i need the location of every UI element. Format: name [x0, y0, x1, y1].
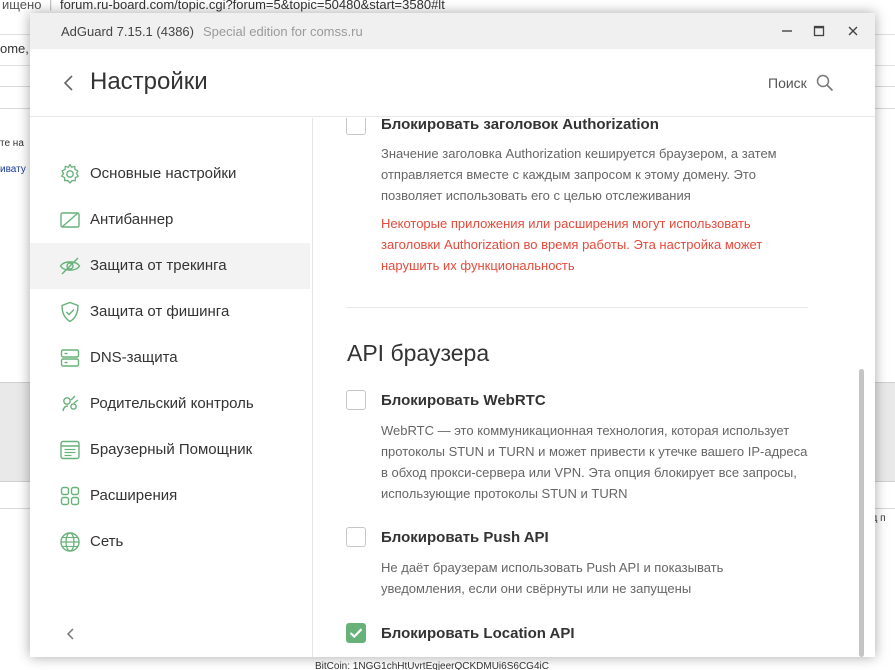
app-edition: Special edition for comss.ru — [203, 24, 363, 39]
search-label: Поиск — [768, 75, 807, 91]
chevron-left-icon — [63, 75, 73, 91]
sidebar-item-label: Браузерный Помощник — [90, 441, 253, 458]
sidebar-item-label: Антибаннер — [90, 211, 174, 228]
location-api-checkbox[interactable] — [346, 623, 366, 643]
chevron-left-icon — [66, 628, 74, 640]
sidebar-item-label: Расширения — [90, 487, 178, 504]
browser-icon — [60, 440, 80, 460]
authorization-title: Блокировать заголовок Authorization — [381, 118, 659, 133]
shield-icon — [61, 301, 79, 323]
antibanner-icon — [60, 212, 80, 228]
background-row-fragment: ome, — [0, 41, 29, 56]
sidebar-item-antibanner[interactable]: Антибаннер — [30, 197, 310, 243]
settings-content: Блокировать заголовок Authorization Знач… — [314, 118, 875, 657]
sidebar: Основные настройки Антибаннер Защита от … — [30, 118, 313, 657]
page-title: Настройки — [90, 68, 208, 95]
search-button[interactable]: Поиск — [768, 71, 834, 95]
background-address-fragment: ищено — [2, 0, 42, 12]
settings-header: Настройки Поиск — [30, 49, 875, 117]
minimize-icon — [782, 30, 792, 32]
push-api-checkbox[interactable] — [346, 527, 366, 547]
checkmark-icon — [349, 628, 363, 639]
close-icon — [848, 26, 858, 36]
sidebar-item-parental[interactable]: Родительский контроль — [30, 381, 310, 427]
sidebar-item-phishing[interactable]: Защита от фишинга — [30, 289, 310, 335]
sidebar-item-dns[interactable]: DNS-защита — [30, 335, 310, 381]
sidebar-item-browser-assistant[interactable]: Браузерный Помощник — [30, 427, 310, 473]
dns-icon — [60, 349, 80, 367]
minimize-button[interactable] — [777, 21, 797, 41]
close-button[interactable] — [843, 21, 863, 41]
app-name: AdGuard 7.15.1 (4386) — [61, 24, 194, 39]
section-divider — [346, 307, 808, 308]
location-api-title: Блокировать Location API — [381, 625, 575, 642]
webrtc-title: Блокировать WebRTC — [381, 392, 546, 409]
background-bitcoin-address: BitCoin: 1NGG1chHtUvrtEqjeerQCKDMUi6S6CG… — [315, 661, 549, 670]
background-link-fragment[interactable]: ивату — [0, 164, 26, 175]
background-address-bar: ищено | forum.ru-board.com/topic.cgi?for… — [0, 0, 895, 14]
sidebar-item-tracking[interactable]: Защита от трекинга — [30, 243, 310, 289]
sidebar-item-extensions[interactable]: Расширения — [30, 473, 310, 519]
maximize-icon — [813, 25, 825, 37]
globe-icon — [60, 532, 80, 552]
sidebar-item-label: DNS-защита — [90, 349, 178, 366]
maximize-button[interactable] — [809, 21, 829, 41]
adguard-window: AdGuard 7.15.1 (4386) Special edition fo… — [30, 13, 875, 657]
sidebar-item-label: Сеть — [90, 533, 124, 550]
sidebar-item-network[interactable]: Сеть — [30, 519, 310, 565]
sidebar-item-label: Основные настройки — [90, 165, 237, 182]
back-button[interactable] — [60, 71, 78, 95]
background-url[interactable]: forum.ru-board.com/topic.cgi?forum=5&top… — [60, 0, 445, 12]
authorization-description: Значение заголовка Authorization кешируе… — [381, 146, 777, 203]
background-text-fragment: те на — [0, 138, 24, 149]
sidebar-item-general[interactable]: Основные настройки — [30, 151, 310, 197]
section-title-browser-api: API браузера — [347, 340, 490, 366]
sidebar-item-label: Родительский контроль — [90, 395, 254, 412]
sidebar-item-label: Защита от фишинга — [90, 303, 230, 320]
extensions-icon — [60, 486, 80, 506]
parental-icon — [62, 395, 79, 412]
gear-icon — [61, 163, 79, 184]
search-icon — [816, 74, 833, 92]
webrtc-description: WebRTC — это коммуникационная технология… — [381, 423, 808, 501]
push-api-title: Блокировать Push API — [381, 529, 549, 546]
sidebar-item-label: Защита от трекинга — [90, 257, 227, 274]
scrollbar-thumb[interactable] — [859, 369, 864, 657]
authorization-checkbox[interactable] — [346, 118, 366, 135]
collapse-sidebar-button[interactable] — [63, 623, 79, 645]
eye-crossed-icon — [59, 257, 81, 275]
authorization-warning: Некоторые приложения или расширения могу… — [381, 216, 763, 273]
webrtc-checkbox[interactable] — [346, 390, 366, 410]
title-bar[interactable]: AdGuard 7.15.1 (4386) Special edition fo… — [30, 13, 875, 49]
push-api-description: Не даёт браузерам использовать Push API … — [381, 560, 724, 596]
